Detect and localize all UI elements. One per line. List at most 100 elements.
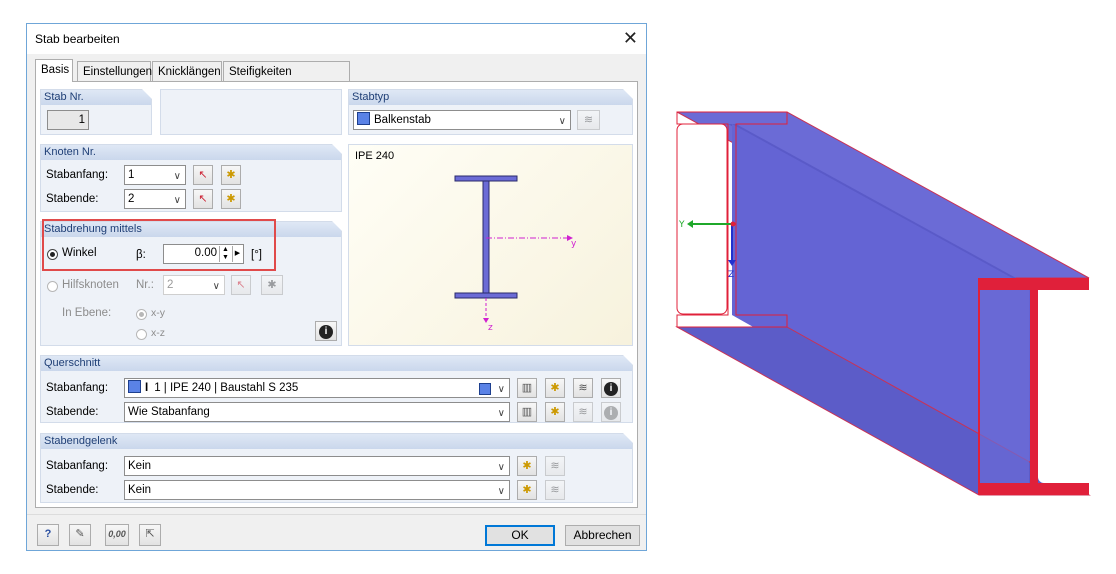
nodes-group: Knoten Nr. Stabanfang: 1 ↖ ✱ Stabende: 2…: [40, 144, 342, 212]
title-bar: Stab bearbeiten ✕: [27, 24, 646, 54]
ibeam-section-drawing: y z: [454, 175, 577, 333]
ebene-label: In Ebene:: [62, 307, 112, 319]
xy-label: x-y: [151, 307, 165, 319]
hinge-header: Stabendgelenk: [41, 433, 633, 449]
axis-y-label: Y: [678, 220, 685, 230]
new-node-icon[interactable]: ✱: [221, 189, 241, 209]
help-icon[interactable]: ?: [37, 524, 59, 546]
ibeam-icon: I: [145, 382, 149, 394]
material-color-icon: [479, 383, 491, 395]
node-end-value: 2: [128, 193, 135, 205]
edit-hinge-icon[interactable]: ≋: [545, 456, 565, 476]
edit-hinge-icon[interactable]: ≋: [545, 480, 565, 500]
pick-member-icon[interactable]: ⇱: [139, 524, 161, 546]
library-icon[interactable]: ▥: [517, 402, 537, 422]
hinge-group: Stabendgelenk Stabanfang: Kein ✱ ≋ Stabe…: [40, 433, 633, 503]
info-icon[interactable]: i: [601, 402, 621, 422]
dialog-title: Stab bearbeiten: [35, 32, 120, 46]
hinge-end-select[interactable]: Kein: [124, 480, 510, 500]
chevron-down-icon: [498, 459, 505, 477]
nodes-header: Knoten Nr.: [41, 144, 342, 160]
node-end-select[interactable]: 2: [124, 189, 186, 209]
notes-icon[interactable]: ✎: [69, 524, 91, 546]
calculator-icon[interactable]: 0,00: [105, 524, 129, 546]
cs-end-select[interactable]: Wie Stabanfang: [124, 402, 510, 422]
pick-node-icon[interactable]: ↖: [231, 275, 251, 295]
edit-section-icon[interactable]: ≋: [573, 378, 593, 398]
near-end-opening: [676, 123, 728, 315]
hilfsknoten-select[interactable]: 2: [163, 275, 225, 295]
section-preview: IPE 240 y z: [348, 144, 633, 346]
footer-divider: [27, 514, 646, 515]
edit-section-icon[interactable]: ≋: [573, 402, 593, 422]
cs-start-value: 1 | IPE 240 | Baustahl S 235: [154, 382, 299, 394]
node-end-label: Stabende:: [46, 193, 99, 205]
close-icon[interactable]: ✕: [623, 28, 638, 48]
cs-start-select[interactable]: I 1 | IPE 240 | Baustahl S 235: [124, 378, 510, 398]
new-section-icon[interactable]: ✱: [545, 378, 565, 398]
library-icon[interactable]: ▥: [517, 378, 537, 398]
edit-member-dialog: Stab bearbeiten ✕ Basis Einstellungen Kn…: [26, 23, 647, 551]
axis-y-label: y: [571, 239, 577, 249]
member-type-group: Stabtyp Balkenstab ≋: [348, 89, 633, 135]
axis-z-label: Z: [728, 270, 734, 280]
pick-node-icon[interactable]: ↖: [193, 165, 213, 185]
cs-end-value: Wie Stabanfang: [128, 406, 210, 418]
chevron-down-icon: [559, 113, 566, 131]
member-type-header: Stabtyp: [349, 89, 633, 105]
new-hinge-icon[interactable]: ✱: [517, 456, 537, 476]
xy-radio[interactable]: [136, 309, 147, 320]
empty-group: [160, 89, 342, 135]
chevron-down-icon: [498, 405, 505, 423]
node-start-value: 1: [128, 169, 135, 181]
chevron-down-icon: [213, 278, 220, 296]
xz-radio[interactable]: [136, 329, 147, 340]
chevron-down-icon: [498, 483, 505, 501]
edit-member-type-icon[interactable]: ≋: [577, 110, 600, 130]
nr-label: Nr.:: [136, 279, 154, 291]
tab-steifigkeiten[interactable]: Steifigkeiten modifizieren: [223, 61, 350, 98]
hilfsknoten-radio[interactable]: [47, 281, 58, 292]
hinge-end-value: Kein: [128, 484, 152, 496]
hinge-start-select[interactable]: Kein: [124, 456, 510, 476]
member-type-value: Balkenstab: [374, 114, 431, 126]
new-section-icon[interactable]: ✱: [545, 402, 565, 422]
hinge-start-label: Stabanfang:: [46, 460, 109, 472]
member-number-field: 1: [47, 110, 89, 130]
chevron-down-icon: [174, 192, 181, 210]
tab-knicklaengen[interactable]: Knicklängen: [152, 61, 222, 81]
hinge-end-label: Stabende:: [46, 484, 99, 496]
chevron-down-icon: [174, 168, 181, 186]
pick-node-icon[interactable]: ↖: [193, 189, 213, 209]
member-type-color-icon: [357, 112, 370, 125]
hilfsknoten-value: 2: [167, 279, 174, 291]
info-icon[interactable]: i: [601, 378, 621, 398]
new-hinge-icon[interactable]: ✱: [517, 480, 537, 500]
xz-label: x-z: [151, 327, 165, 339]
cancel-button[interactable]: Abbrechen: [565, 525, 640, 546]
new-node-icon[interactable]: ✱: [261, 275, 283, 295]
ok-button[interactable]: OK: [485, 525, 555, 546]
new-node-icon[interactable]: ✱: [221, 165, 241, 185]
chevron-down-icon: [498, 381, 505, 399]
member-number-header: Stab Nr.: [41, 89, 152, 105]
far-end-opening: [1038, 290, 1088, 483]
member-type-select[interactable]: Balkenstab: [353, 110, 571, 130]
hinge-start-value: Kein: [128, 460, 152, 472]
tab-basis[interactable]: Basis: [35, 59, 73, 82]
member-number-group: Stab Nr. 1: [40, 89, 152, 135]
tab-einstellungen[interactable]: Einstellungen: [77, 61, 152, 81]
section-color-icon: [128, 380, 141, 393]
info-icon[interactable]: i: [315, 321, 337, 341]
axis-z-label: z: [488, 323, 493, 333]
far-end-web-side: [979, 290, 1029, 483]
cross-section-header: Querschnitt: [41, 355, 633, 371]
cs-end-label: Stabende:: [46, 406, 99, 418]
cross-section-group: Querschnitt Stabanfang: I 1 | IPE 240 | B…: [40, 355, 633, 423]
node-start-label: Stabanfang:: [46, 169, 109, 181]
hilfsknoten-label: Hilfsknoten: [62, 279, 119, 291]
highlight-frame: [42, 219, 276, 271]
member-3d-view: Y Z: [675, 111, 1091, 496]
node-start-select[interactable]: 1: [124, 165, 186, 185]
cs-start-label: Stabanfang:: [46, 382, 109, 394]
